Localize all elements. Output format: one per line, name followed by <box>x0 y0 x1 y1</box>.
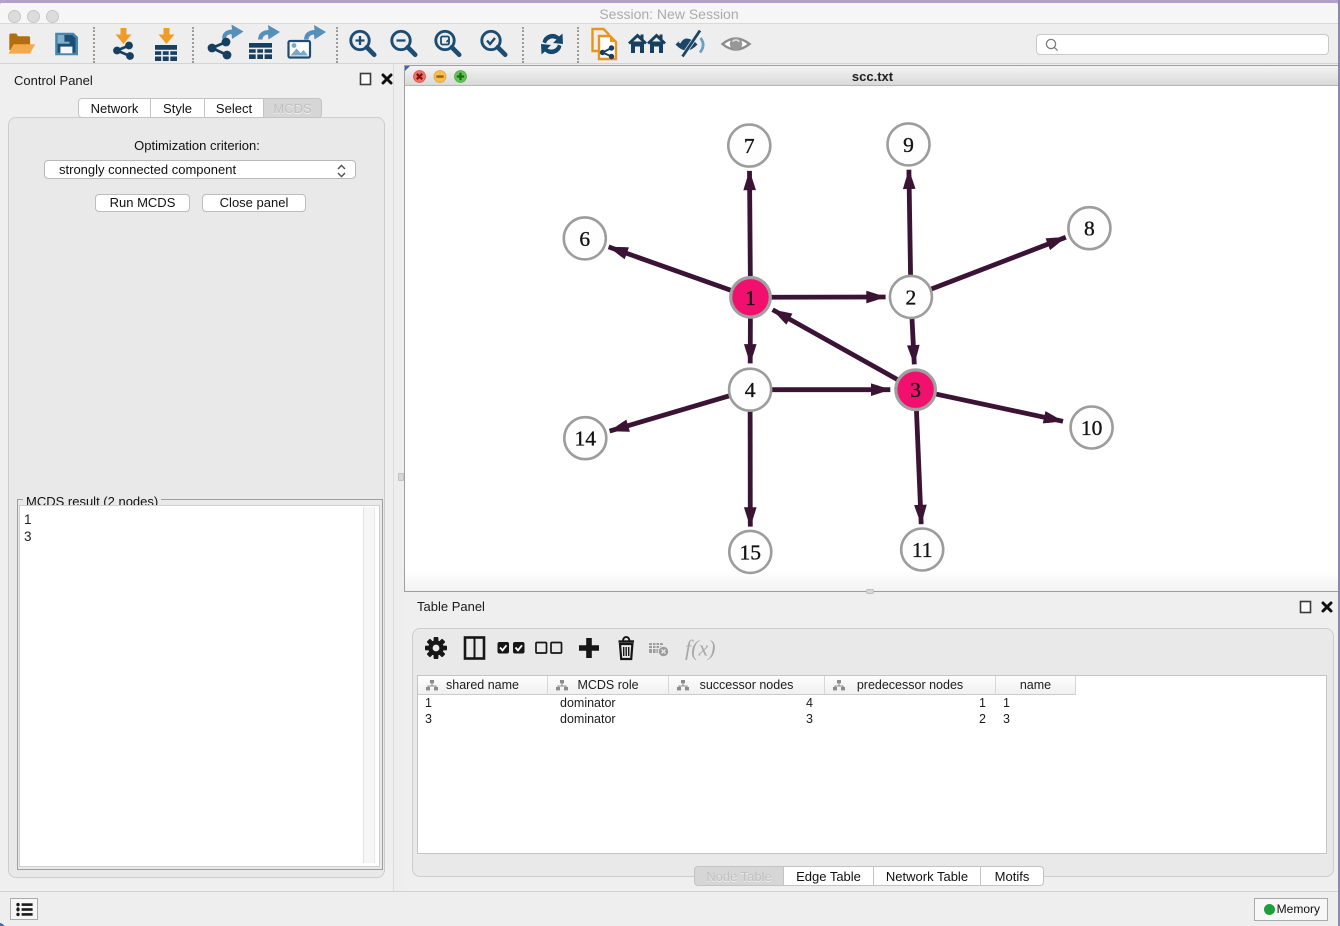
svg-text:15: 15 <box>740 540 762 564</box>
svg-text:7: 7 <box>744 134 755 158</box>
svg-text:6: 6 <box>579 227 590 251</box>
svg-text:1: 1 <box>745 286 756 310</box>
svg-text:8: 8 <box>1084 217 1095 241</box>
svg-text:2: 2 <box>906 285 917 309</box>
svg-text:14: 14 <box>575 427 597 451</box>
svg-text:f(x): f(x) <box>685 635 716 660</box>
svg-text:11: 11 <box>912 538 933 562</box>
svg-text:10: 10 <box>1081 416 1103 440</box>
svg-text:9: 9 <box>903 133 914 157</box>
svg-text:3: 3 <box>910 378 921 402</box>
svg-text:4: 4 <box>745 378 756 402</box>
